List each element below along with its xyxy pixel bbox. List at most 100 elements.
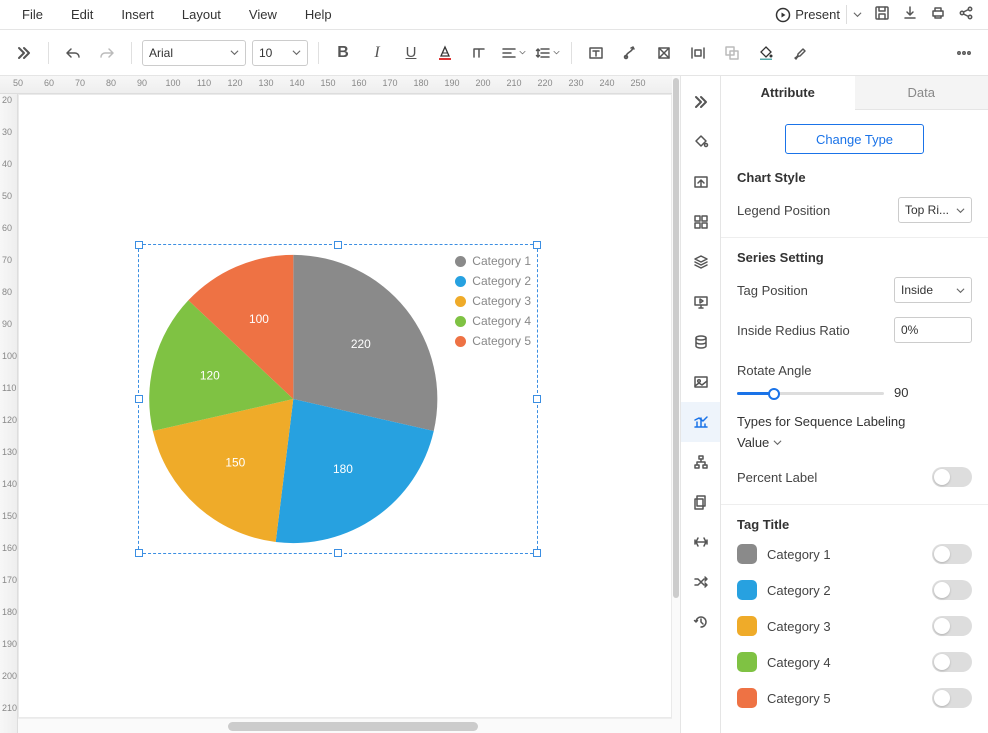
- menu-layout[interactable]: Layout: [168, 3, 235, 26]
- tab-attribute[interactable]: Attribute: [721, 76, 855, 110]
- expand-toolbar-icon[interactable]: [10, 39, 38, 67]
- tag-title-row: Category 2: [737, 580, 972, 600]
- ruler-tool-icon[interactable]: [681, 522, 721, 562]
- section-series-setting: Series Setting: [737, 250, 972, 265]
- tag-title-row: Category 1: [737, 544, 972, 564]
- distribute-icon[interactable]: [684, 39, 712, 67]
- export-tool-icon[interactable]: [681, 162, 721, 202]
- toolbar: Arial 10 B I U: [0, 30, 988, 76]
- legend-swatch-icon: [455, 336, 466, 347]
- tag-visibility-toggle[interactable]: [932, 616, 972, 636]
- rotate-angle-input[interactable]: 90: [894, 385, 972, 400]
- share-icon[interactable]: [952, 1, 980, 28]
- align-button[interactable]: [499, 39, 527, 67]
- pie-slice-label: 180: [333, 462, 353, 476]
- text-case-button[interactable]: [465, 39, 493, 67]
- legend-position-select[interactable]: Top Ri...: [898, 197, 972, 223]
- chart-legend: Category 1Category 2Category 3Category 4…: [455, 251, 531, 351]
- hierarchy-tool-icon[interactable]: [681, 442, 721, 482]
- font-family-select[interactable]: Arial: [142, 40, 246, 66]
- tag-visibility-toggle[interactable]: [932, 580, 972, 600]
- save-icon[interactable]: [868, 1, 896, 28]
- tag-label: Category 3: [767, 619, 922, 634]
- tab-data[interactable]: Data: [855, 76, 988, 110]
- change-type-button[interactable]: Change Type: [785, 124, 924, 154]
- tag-label: Category 4: [767, 655, 922, 670]
- tag-swatch-icon: [737, 580, 757, 600]
- menu-file[interactable]: File: [8, 3, 57, 26]
- grid-tool-icon[interactable]: [681, 202, 721, 242]
- tag-label: Category 2: [767, 583, 922, 598]
- tag-title-row: Category 4: [737, 652, 972, 672]
- print-icon[interactable]: [924, 1, 952, 28]
- slideshow-tool-icon[interactable]: [681, 282, 721, 322]
- connector-icon[interactable]: [616, 39, 644, 67]
- legend-swatch-icon: [455, 276, 466, 287]
- chevron-down-icon: [553, 48, 560, 57]
- pie-slice-label: 220: [351, 337, 371, 351]
- fill-tool-icon[interactable]: [681, 122, 721, 162]
- tag-label: Category 5: [767, 691, 922, 706]
- tag-visibility-toggle[interactable]: [932, 652, 972, 672]
- legend-swatch-icon: [455, 256, 466, 267]
- italic-button[interactable]: I: [363, 39, 391, 67]
- canvas[interactable]: 5060708090100110120130140150160170180190…: [0, 76, 672, 733]
- menu-view[interactable]: View: [235, 3, 291, 26]
- legend-item: Category 4: [455, 311, 531, 331]
- collapse-panel-icon[interactable]: [681, 82, 721, 122]
- percent-label-toggle[interactable]: [932, 467, 972, 487]
- tag-swatch-icon: [737, 616, 757, 636]
- inside-radius-input[interactable]: 0%: [894, 317, 972, 343]
- chart-selection[interactable]: 220180150120100 Category 1Category 2Cate…: [138, 244, 538, 554]
- brush-icon[interactable]: [786, 39, 814, 67]
- horizontal-scrollbar[interactable]: [18, 718, 672, 733]
- font-size-select[interactable]: 10: [252, 40, 308, 66]
- types-seq-select[interactable]: Value: [737, 435, 815, 450]
- data-tool-icon[interactable]: [681, 322, 721, 362]
- menu-insert[interactable]: Insert: [107, 3, 168, 26]
- tag-position-select[interactable]: Inside: [894, 277, 972, 303]
- present-dropdown[interactable]: [846, 5, 868, 24]
- vertical-scrollbar[interactable]: [672, 76, 680, 733]
- legend-item: Category 1: [455, 251, 531, 271]
- bold-button[interactable]: B: [329, 39, 357, 67]
- chart-tool-icon[interactable]: [681, 402, 721, 442]
- more-icon[interactable]: [950, 39, 978, 67]
- tag-visibility-toggle[interactable]: [932, 688, 972, 708]
- group-icon[interactable]: [718, 39, 746, 67]
- chevron-down-icon: [519, 48, 526, 57]
- line-spacing-button[interactable]: [533, 39, 561, 67]
- present-label: Present: [795, 7, 840, 22]
- percent-label-label: Percent Label: [737, 470, 817, 485]
- fill-color-icon[interactable]: [752, 39, 780, 67]
- types-seq-label: Types for Sequence Labeling: [737, 414, 972, 429]
- pie-slice-label: 120: [200, 369, 220, 383]
- history-tool-icon[interactable]: [681, 602, 721, 642]
- types-seq-value: Value: [737, 435, 769, 450]
- tag-position-value: Inside: [901, 283, 952, 297]
- underline-button[interactable]: U: [397, 39, 425, 67]
- tag-label: Category 1: [767, 547, 922, 562]
- present-button[interactable]: Present: [769, 5, 846, 25]
- align-objects-icon[interactable]: [650, 39, 678, 67]
- menu-bar: File Edit Insert Layout View Help Presen…: [0, 0, 988, 30]
- textbox-icon[interactable]: [582, 39, 610, 67]
- menu-help[interactable]: Help: [291, 3, 346, 26]
- image-tool-icon[interactable]: [681, 362, 721, 402]
- chevron-down-icon: [292, 48, 301, 57]
- clipboard-tool-icon[interactable]: [681, 482, 721, 522]
- rotate-angle-label: Rotate Angle: [737, 363, 811, 378]
- legend-swatch-icon: [455, 316, 466, 327]
- layers-tool-icon[interactable]: [681, 242, 721, 282]
- legend-position-label: Legend Position: [737, 203, 830, 218]
- pie-chart[interactable]: 220180150120100 Category 1Category 2Cate…: [139, 245, 537, 553]
- download-icon[interactable]: [896, 1, 924, 28]
- rotate-angle-slider[interactable]: [737, 386, 884, 400]
- shuffle-tool-icon[interactable]: [681, 562, 721, 602]
- undo-button[interactable]: [59, 39, 87, 67]
- font-color-button[interactable]: [431, 39, 459, 67]
- tag-visibility-toggle[interactable]: [932, 544, 972, 564]
- redo-button[interactable]: [93, 39, 121, 67]
- legend-swatch-icon: [455, 296, 466, 307]
- menu-edit[interactable]: Edit: [57, 3, 107, 26]
